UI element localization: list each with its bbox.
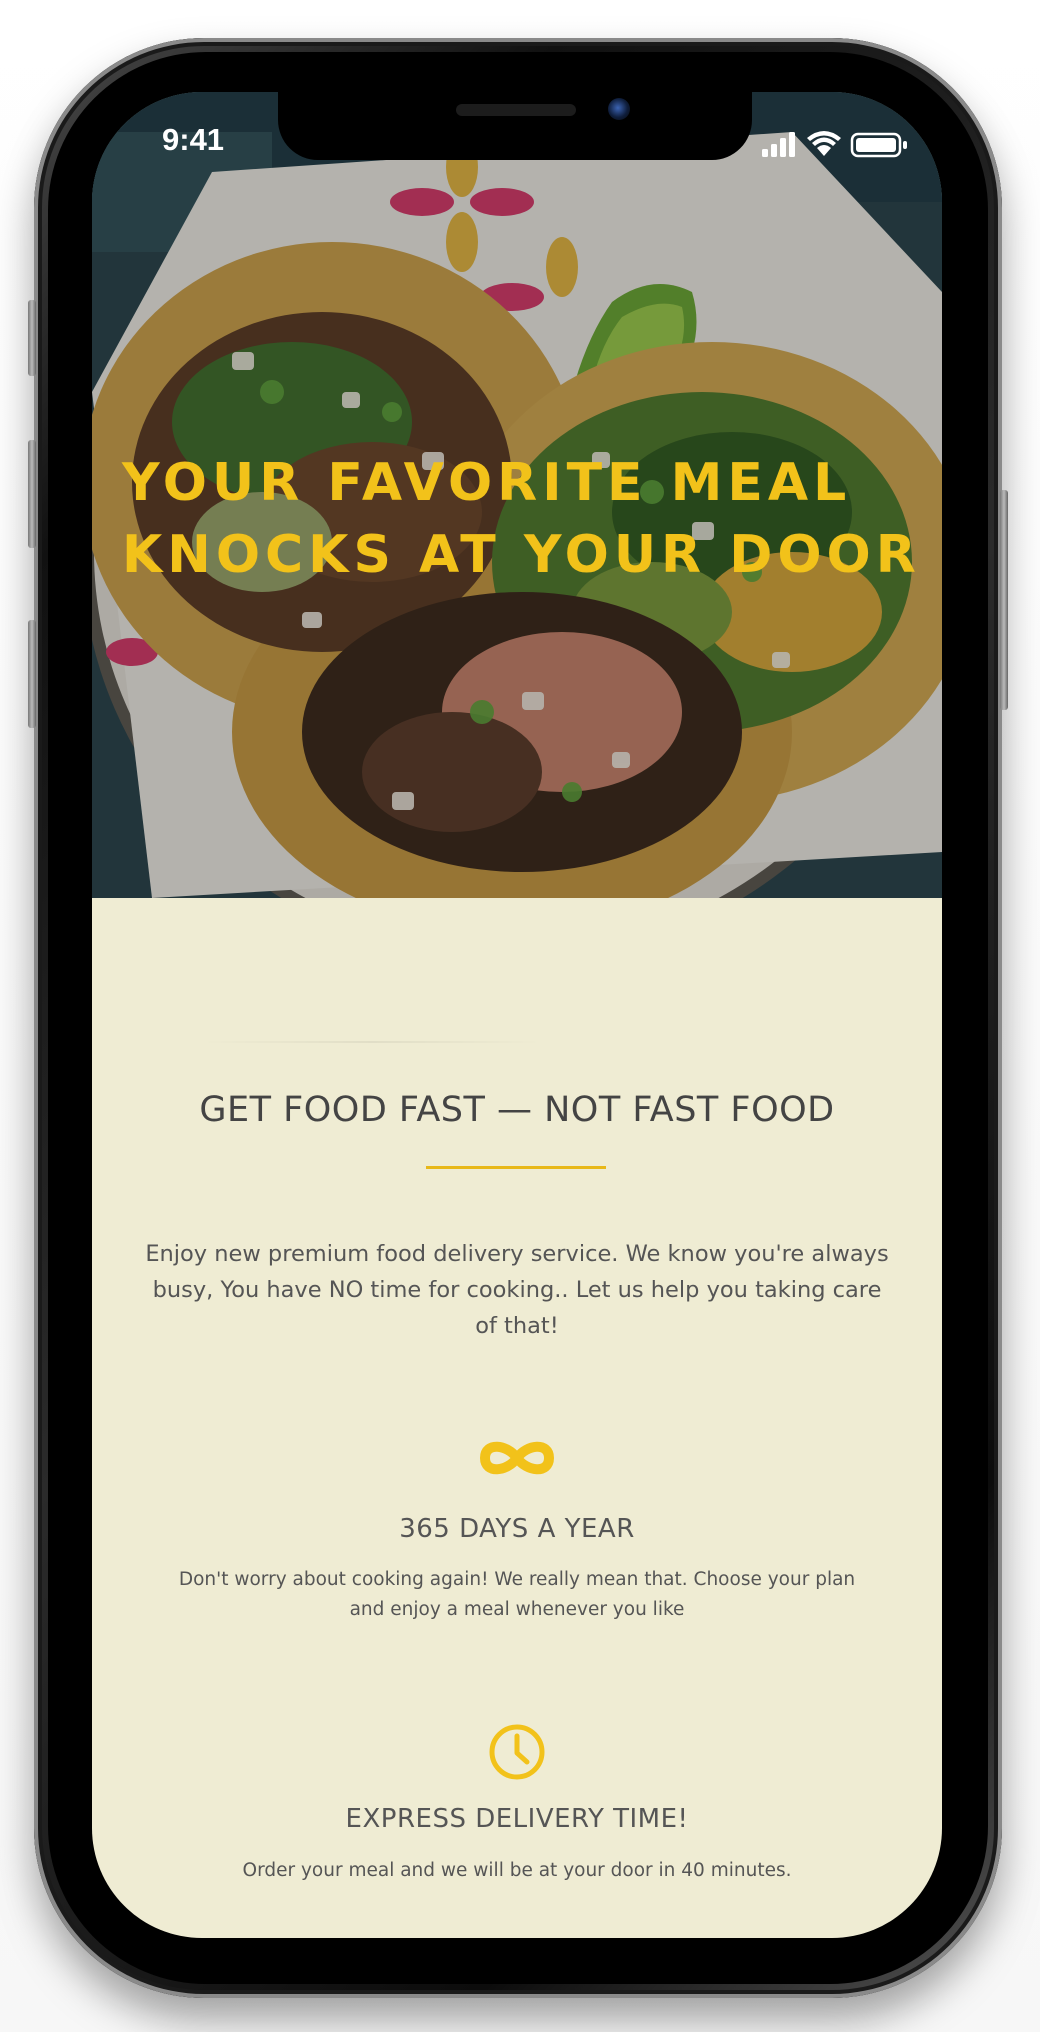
about-section: GET FOOD FAST — NOT FAST FOOD Enjoy new … [92,898,942,1938]
battery-icon [850,132,907,158]
wifi-icon [807,131,841,156]
device-mockup: YOUR FAVORITE MEAL KNOCKS AT YOUR DOOR 9… [0,0,1040,2032]
earpiece-speaker [456,104,576,116]
status-time: 9:41 [162,122,225,157]
hero-headline: YOUR FAVORITE MEAL KNOCKS AT YOUR DOOR [122,447,922,591]
intro-paragraph: Enjoy new premium food delivery service.… [145,1241,889,1339]
feature-title-delivery: EXPRESS DELIVERY TIME! [345,1804,689,1834]
infinity-icon [92,1436,942,1484]
feature-title-365: 365 DAYS A YEAR [399,1514,635,1544]
title-underline [426,1166,606,1169]
volume-down-button [28,620,36,728]
cellular-signal-icon [762,132,795,157]
camera-notch [278,92,752,160]
front-camera [608,98,630,120]
volume-up-button [28,440,36,548]
section-title: GET FOOD FAST — NOT FAST FOOD [199,1090,835,1130]
phone-screen: YOUR FAVORITE MEAL KNOCKS AT YOUR DOOR 9… [92,92,942,1938]
feature-text-365: Don't worry about cooking again! We real… [178,1569,856,1620]
clock-icon [92,1722,942,1786]
status-icons [762,130,912,162]
feature-text-delivery: Order your meal and we will be at your d… [242,1860,792,1881]
status-bar: 9:41 [92,92,942,172]
silent-switch [28,300,36,376]
hero-headline-line-2: KNOCKS AT YOUR DOOR [122,525,921,585]
hero-section: YOUR FAVORITE MEAL KNOCKS AT YOUR DOOR [92,92,942,898]
faint-divider [202,1041,542,1043]
hero-headline-line-1: YOUR FAVORITE MEAL [122,453,852,513]
power-button [1000,490,1008,710]
